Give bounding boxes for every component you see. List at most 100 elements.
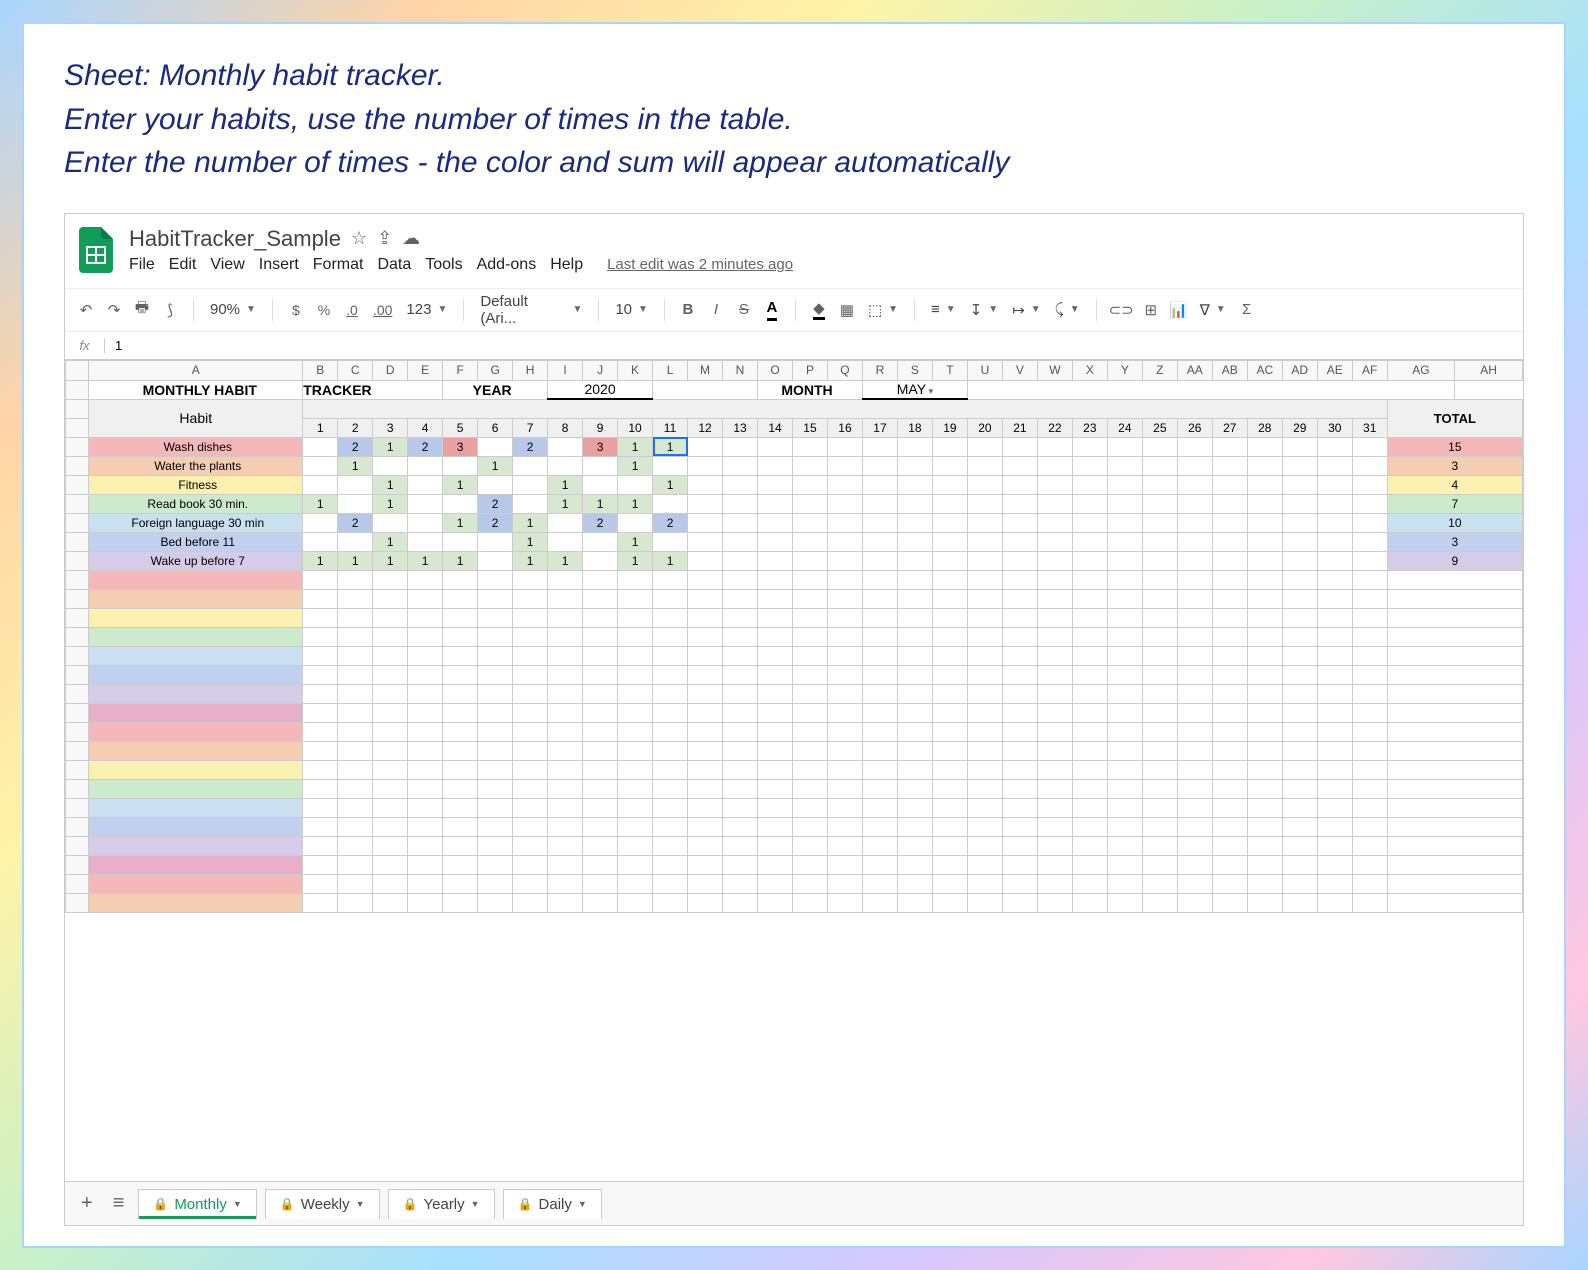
habit-cell[interactable] (1037, 646, 1072, 665)
habit-cell[interactable] (1142, 760, 1177, 779)
habit-cell[interactable] (1212, 475, 1247, 494)
habit-cell[interactable] (862, 570, 897, 589)
habit-cell[interactable] (1037, 722, 1072, 741)
habit-cell[interactable] (1212, 703, 1247, 722)
menu-insert[interactable]: Insert (259, 256, 299, 274)
habit-cell[interactable] (1352, 893, 1387, 912)
habit-cell[interactable] (408, 627, 443, 646)
habit-cell[interactable] (338, 760, 373, 779)
habit-cell[interactable] (1177, 456, 1212, 475)
habit-cell[interactable] (1247, 893, 1282, 912)
format-currency[interactable]: $ (285, 297, 307, 323)
font-size-dropdown[interactable]: 10▼ (611, 301, 652, 318)
habit-cell[interactable] (618, 817, 653, 836)
habit-cell[interactable] (1282, 475, 1317, 494)
habit-cell[interactable] (792, 551, 827, 570)
column-header[interactable]: R (862, 360, 897, 380)
habit-cell[interactable] (1212, 741, 1247, 760)
habit-cell[interactable] (688, 684, 723, 703)
habit-cell[interactable] (723, 741, 758, 760)
habit-cell[interactable] (827, 532, 862, 551)
habit-cell[interactable] (408, 608, 443, 627)
habit-cell[interactable] (897, 703, 932, 722)
habit-cell[interactable] (443, 703, 478, 722)
habit-cell[interactable]: 2 (338, 513, 373, 532)
habit-cell[interactable] (373, 874, 408, 893)
habit-cell[interactable] (1142, 741, 1177, 760)
habit-cell[interactable] (443, 817, 478, 836)
habit-cell[interactable] (618, 513, 653, 532)
habit-cell[interactable] (443, 532, 478, 551)
habit-cell[interactable] (1072, 570, 1107, 589)
habit-cell[interactable] (723, 551, 758, 570)
habit-cell[interactable] (932, 836, 967, 855)
habit-cell[interactable] (688, 532, 723, 551)
habit-cell[interactable] (862, 437, 897, 456)
habit-cell[interactable] (548, 798, 583, 817)
habit-cell[interactable] (1352, 551, 1387, 570)
habit-name-empty[interactable] (89, 589, 303, 608)
habit-cell[interactable] (1037, 532, 1072, 551)
habit-cell[interactable] (653, 627, 688, 646)
habit-cell[interactable] (1282, 437, 1317, 456)
habit-cell[interactable] (583, 741, 618, 760)
habit-cell[interactable] (1212, 874, 1247, 893)
habit-cell[interactable] (862, 836, 897, 855)
habit-cell[interactable] (373, 608, 408, 627)
habit-cell[interactable] (1037, 494, 1072, 513)
habit-cell[interactable]: 1 (548, 475, 583, 494)
habit-cell[interactable] (1142, 779, 1177, 798)
habit-cell[interactable] (338, 475, 373, 494)
wrap-icon[interactable]: ↦▼ (1008, 301, 1044, 319)
habit-cell[interactable] (548, 741, 583, 760)
habit-cell[interactable] (1142, 874, 1177, 893)
habit-cell[interactable] (408, 513, 443, 532)
habit-cell[interactable] (303, 665, 338, 684)
habit-cell[interactable] (1212, 722, 1247, 741)
habit-cell[interactable] (1317, 779, 1352, 798)
sheet-tab-yearly[interactable]: 🔒 Yearly▼ (388, 1189, 495, 1219)
habit-cell[interactable] (1072, 475, 1107, 494)
habit-cell[interactable] (653, 722, 688, 741)
habit-cell[interactable] (583, 646, 618, 665)
habit-cell[interactable] (897, 722, 932, 741)
habit-cell[interactable] (967, 437, 1002, 456)
habit-cell[interactable] (443, 589, 478, 608)
habit-cell[interactable] (653, 570, 688, 589)
habit-cell[interactable] (408, 798, 443, 817)
menu-edit[interactable]: Edit (169, 256, 197, 274)
habit-cell[interactable] (1247, 513, 1282, 532)
habit-cell[interactable] (1177, 608, 1212, 627)
habit-cell[interactable] (1352, 627, 1387, 646)
habit-cell[interactable] (478, 893, 513, 912)
habit-cell[interactable] (1107, 513, 1142, 532)
habit-cell[interactable] (618, 475, 653, 494)
habit-cell[interactable] (688, 570, 723, 589)
habit-cell[interactable] (583, 817, 618, 836)
habit-cell[interactable] (862, 456, 897, 475)
habit-cell[interactable] (303, 836, 338, 855)
habit-cell[interactable] (583, 779, 618, 798)
habit-cell[interactable] (1177, 551, 1212, 570)
habit-cell[interactable] (1072, 665, 1107, 684)
habit-cell[interactable]: 1 (303, 551, 338, 570)
column-header[interactable]: J (583, 360, 618, 380)
habit-cell[interactable] (478, 532, 513, 551)
habit-cell[interactable] (688, 646, 723, 665)
habit-cell[interactable] (1247, 551, 1282, 570)
habit-name-empty[interactable] (89, 760, 303, 779)
habit-cell[interactable] (723, 437, 758, 456)
habit-cell[interactable] (1142, 798, 1177, 817)
increase-decimal[interactable]: .00 (369, 297, 396, 323)
redo-icon[interactable]: ↷ (103, 297, 125, 323)
habit-cell[interactable] (303, 817, 338, 836)
habit-cell[interactable] (1142, 893, 1177, 912)
habit-cell[interactable] (1107, 608, 1142, 627)
habit-cell[interactable] (338, 893, 373, 912)
habit-cell[interactable] (688, 741, 723, 760)
habit-cell[interactable] (1352, 475, 1387, 494)
habit-cell[interactable] (618, 874, 653, 893)
habit-cell[interactable] (1072, 627, 1107, 646)
column-header[interactable]: W (1037, 360, 1072, 380)
habit-cell[interactable] (932, 855, 967, 874)
